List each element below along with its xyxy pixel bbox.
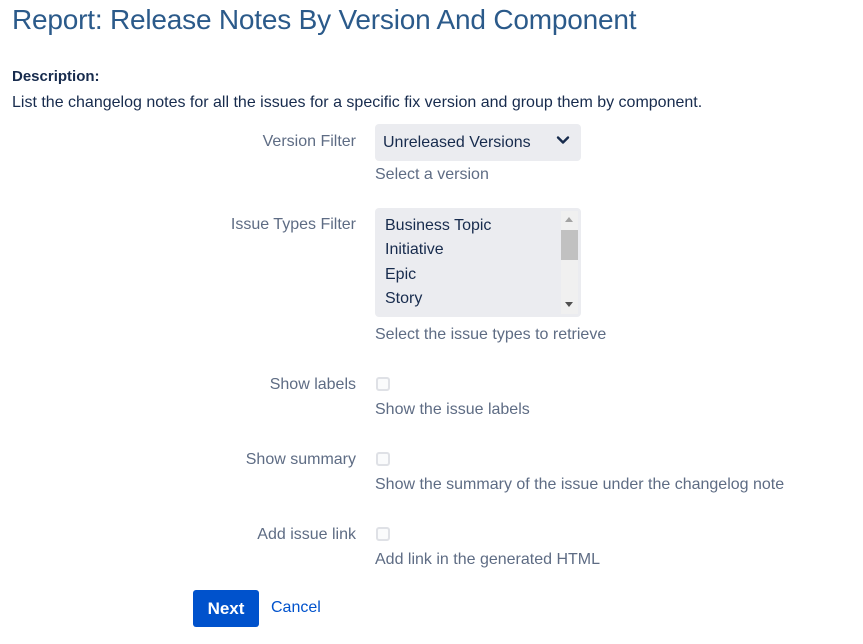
listbox-scrollbar[interactable] bbox=[561, 211, 578, 314]
next-button[interactable]: Next bbox=[193, 590, 259, 627]
scroll-up-arrow-icon[interactable] bbox=[565, 217, 573, 222]
show-summary-help: Show the summary of the issue under the … bbox=[375, 476, 785, 493]
scroll-down-arrow-icon[interactable] bbox=[565, 302, 573, 307]
version-filter-select[interactable]: Unreleased Versions bbox=[375, 124, 581, 161]
add-issue-link-help: Add link in the generated HTML bbox=[375, 551, 601, 568]
issue-type-option[interactable]: Story bbox=[385, 290, 422, 308]
issue-type-option[interactable]: Business Topic bbox=[385, 217, 491, 235]
issue-types-filter-label: Issue Types Filter bbox=[230, 216, 356, 233]
show-summary-checkbox[interactable] bbox=[376, 452, 390, 466]
page-title: Report: Release Notes By Version And Com… bbox=[12, 4, 637, 35]
chevron-down-icon bbox=[556, 136, 570, 144]
issue-types-filter-help: Select the issue types to retrieve bbox=[375, 326, 607, 343]
add-issue-link-label: Add issue link bbox=[257, 526, 356, 543]
show-labels-checkbox[interactable] bbox=[376, 377, 390, 391]
add-issue-link-checkbox[interactable] bbox=[376, 527, 390, 541]
issue-type-option[interactable]: Initiative bbox=[385, 241, 444, 259]
cancel-link[interactable]: Cancel bbox=[271, 599, 321, 617]
version-filter-help: Select a version bbox=[375, 166, 489, 183]
description-text: List the changelog notes for all the iss… bbox=[12, 94, 703, 111]
scrollbar-thumb[interactable] bbox=[561, 230, 578, 260]
version-filter-selected-value: Unreleased Versions bbox=[383, 133, 531, 151]
issue-types-listbox[interactable]: Business Topic Initiative Epic Story bbox=[375, 208, 581, 317]
show-summary-label: Show summary bbox=[245, 451, 356, 468]
description-heading: Description: bbox=[12, 68, 100, 85]
show-labels-help: Show the issue labels bbox=[375, 401, 530, 418]
issue-type-option[interactable]: Epic bbox=[385, 266, 416, 284]
version-filter-label: Version Filter bbox=[262, 133, 356, 150]
show-labels-label: Show labels bbox=[269, 376, 356, 393]
